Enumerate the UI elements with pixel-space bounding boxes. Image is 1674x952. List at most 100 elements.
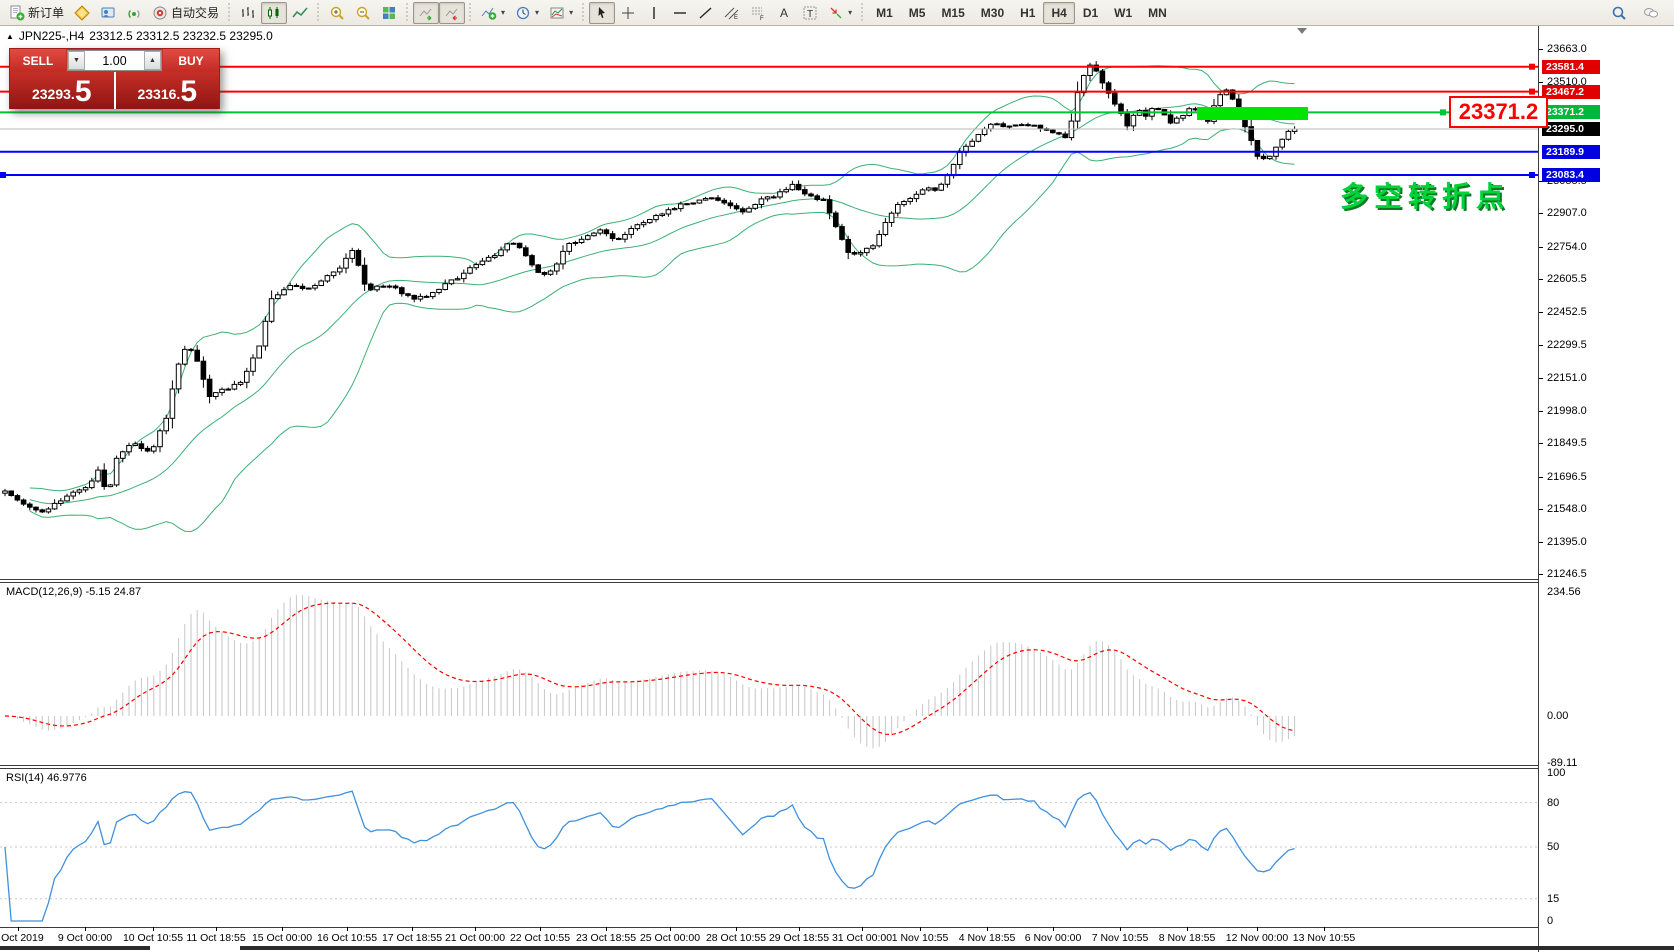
- price-tick: [1539, 279, 1543, 280]
- template-icon: [549, 5, 565, 21]
- signals-button[interactable]: [121, 2, 147, 24]
- channel-button[interactable]: E: [719, 2, 745, 24]
- line-chart-button[interactable]: [287, 2, 313, 24]
- rsi-axis-label: 15: [1547, 893, 1560, 905]
- vertical-line-button[interactable]: [641, 2, 667, 24]
- signal-icon: [126, 5, 142, 21]
- tf-m15-button[interactable]: M15: [933, 2, 972, 24]
- autotrade-button[interactable]: 自动交易: [147, 2, 224, 24]
- time-tick: [475, 927, 476, 931]
- toolbar-right-group: [1606, 2, 1670, 24]
- zoom-out-button[interactable]: [350, 2, 376, 24]
- tile-windows-button[interactable]: [376, 2, 402, 24]
- pane-divider[interactable]: [0, 765, 1538, 766]
- buy-button[interactable]: BUY: [163, 49, 219, 72]
- toolbar-group-timeframes: M1 M5 M15 M30 H1 H4 D1 W1 MN: [868, 1, 1175, 25]
- dropdown-arrow-icon[interactable]: ▾: [535, 8, 539, 17]
- periods-button[interactable]: ▾: [510, 2, 544, 24]
- toolbar-group-chart-type: [235, 1, 313, 25]
- rsi-axis-label: 100: [1547, 767, 1566, 779]
- sell-button[interactable]: SELL: [10, 49, 66, 72]
- dropdown-arrow-icon[interactable]: ▾: [848, 8, 852, 17]
- macd-axis-label: 0.00: [1547, 710, 1569, 722]
- price-tick-label: 22151.0: [1547, 372, 1587, 384]
- horizontal-scrollbar-thumb[interactable]: [150, 946, 240, 950]
- indicators-icon: [481, 5, 497, 21]
- collapse-triangle-icon[interactable]: ▲: [6, 32, 14, 41]
- indicators-button[interactable]: ▾: [476, 2, 510, 24]
- price-tick-label: 21998.0: [1547, 405, 1587, 417]
- tf-d1-button[interactable]: D1: [1075, 2, 1106, 24]
- price-badge: 23581.4: [1542, 60, 1600, 74]
- hline-icon: [672, 5, 688, 21]
- buy-price[interactable]: 23316 . 5: [113, 72, 219, 109]
- tile-icon: [381, 5, 397, 21]
- price-tick: [1539, 82, 1543, 83]
- one-click-trading-panel: SELL ▼ ▲ BUY 23293 . 5 23316 . 5: [9, 48, 220, 109]
- sell-price[interactable]: 23293 . 5: [10, 72, 114, 109]
- bar-chart-button[interactable]: [235, 2, 261, 24]
- time-tick: [85, 927, 86, 931]
- zoom-in-button[interactable]: [324, 2, 350, 24]
- crosshair-button[interactable]: [615, 2, 641, 24]
- rsi-indicator-label: RSI(14) 46.9776: [6, 772, 87, 784]
- cursor-icon: [594, 5, 610, 21]
- price-badge: 23083.4: [1542, 168, 1600, 182]
- toolbar-separator: [859, 2, 867, 23]
- dropdown-arrow-icon[interactable]: ▾: [569, 8, 573, 17]
- trend-icon: [698, 5, 714, 21]
- rsi-axis-label: 80: [1547, 797, 1560, 809]
- arrows-button[interactable]: ▾: [823, 2, 857, 24]
- tf-m1-button[interactable]: M1: [868, 2, 901, 24]
- clock-icon: [515, 5, 531, 21]
- toolbar-group-scrolling: [413, 1, 466, 25]
- editor-icon: [74, 4, 90, 21]
- tf-mn-button[interactable]: MN: [1140, 2, 1175, 24]
- pane-divider[interactable]: [0, 579, 1538, 580]
- price-tick: [1539, 542, 1543, 543]
- trendline-button[interactable]: [693, 2, 719, 24]
- cursor-button[interactable]: [589, 1, 616, 24]
- text-label-button[interactable]: T: [797, 2, 823, 24]
- search-button[interactable]: [1606, 2, 1632, 24]
- horizontal-line-button[interactable]: [667, 2, 693, 24]
- toolbar: 新订单 自动交易 ▾ ▾ ▾ E F A T ▾ M1 M5 M15 M30 H1 H4 D1 W1 MN: [0, 0, 1674, 26]
- autoscroll-button[interactable]: [413, 1, 440, 24]
- macd-histogram: [10, 595, 1296, 749]
- text-button[interactable]: A: [771, 2, 797, 24]
- tf-m5-button[interactable]: M5: [901, 2, 934, 24]
- tf-h1-button[interactable]: H1: [1012, 2, 1043, 24]
- tf-h1-button-label: H1: [1020, 5, 1036, 20]
- volume-increase-button[interactable]: ▲: [144, 51, 161, 70]
- channel-icon: E: [724, 5, 740, 21]
- market-button[interactable]: [95, 2, 121, 24]
- time-tick: [153, 927, 154, 931]
- volume-decrease-button[interactable]: ▼: [68, 51, 85, 70]
- price-tick: [1539, 574, 1543, 575]
- tf-w1-button[interactable]: W1: [1106, 2, 1140, 24]
- templates-button[interactable]: ▾: [544, 2, 578, 24]
- chart-shift-marker[interactable]: [1297, 28, 1307, 34]
- price-annotation-box[interactable]: 23371.2: [1449, 96, 1548, 128]
- support-zone-highlight[interactable]: [1197, 107, 1308, 120]
- price-tick: [1539, 49, 1543, 50]
- chart-shift-button[interactable]: [439, 1, 466, 24]
- tf-m30-button[interactable]: M30: [973, 2, 1012, 24]
- time-tick: [1120, 927, 1121, 931]
- time-tick-label: 13 Nov 10:55: [1292, 932, 1356, 944]
- rsi-pane: [0, 790, 1538, 922]
- price-badge: 23467.2: [1542, 85, 1600, 99]
- candlestick-button[interactable]: [261, 1, 288, 24]
- horizontal-level-lines[interactable]: [0, 63, 1538, 178]
- turning-point-note[interactable]: 多空转折点: [1340, 175, 1510, 215]
- new-order-button[interactable]: 新订单: [4, 2, 69, 24]
- chart-window: ▲ JPN225-,H4 23312.5 23312.5 23232.5 232…: [0, 26, 1674, 952]
- tf-h4-button[interactable]: H4: [1043, 1, 1075, 24]
- fibonacci-button[interactable]: F: [745, 2, 771, 24]
- horizontal-scrollbar[interactable]: [0, 946, 1674, 950]
- dropdown-arrow-icon[interactable]: ▾: [501, 8, 505, 17]
- tf-mn-button-label: MN: [1148, 5, 1167, 20]
- volume-input[interactable]: [85, 51, 144, 70]
- metaeditor-button[interactable]: [69, 2, 95, 24]
- community-button[interactable]: [1638, 2, 1664, 24]
